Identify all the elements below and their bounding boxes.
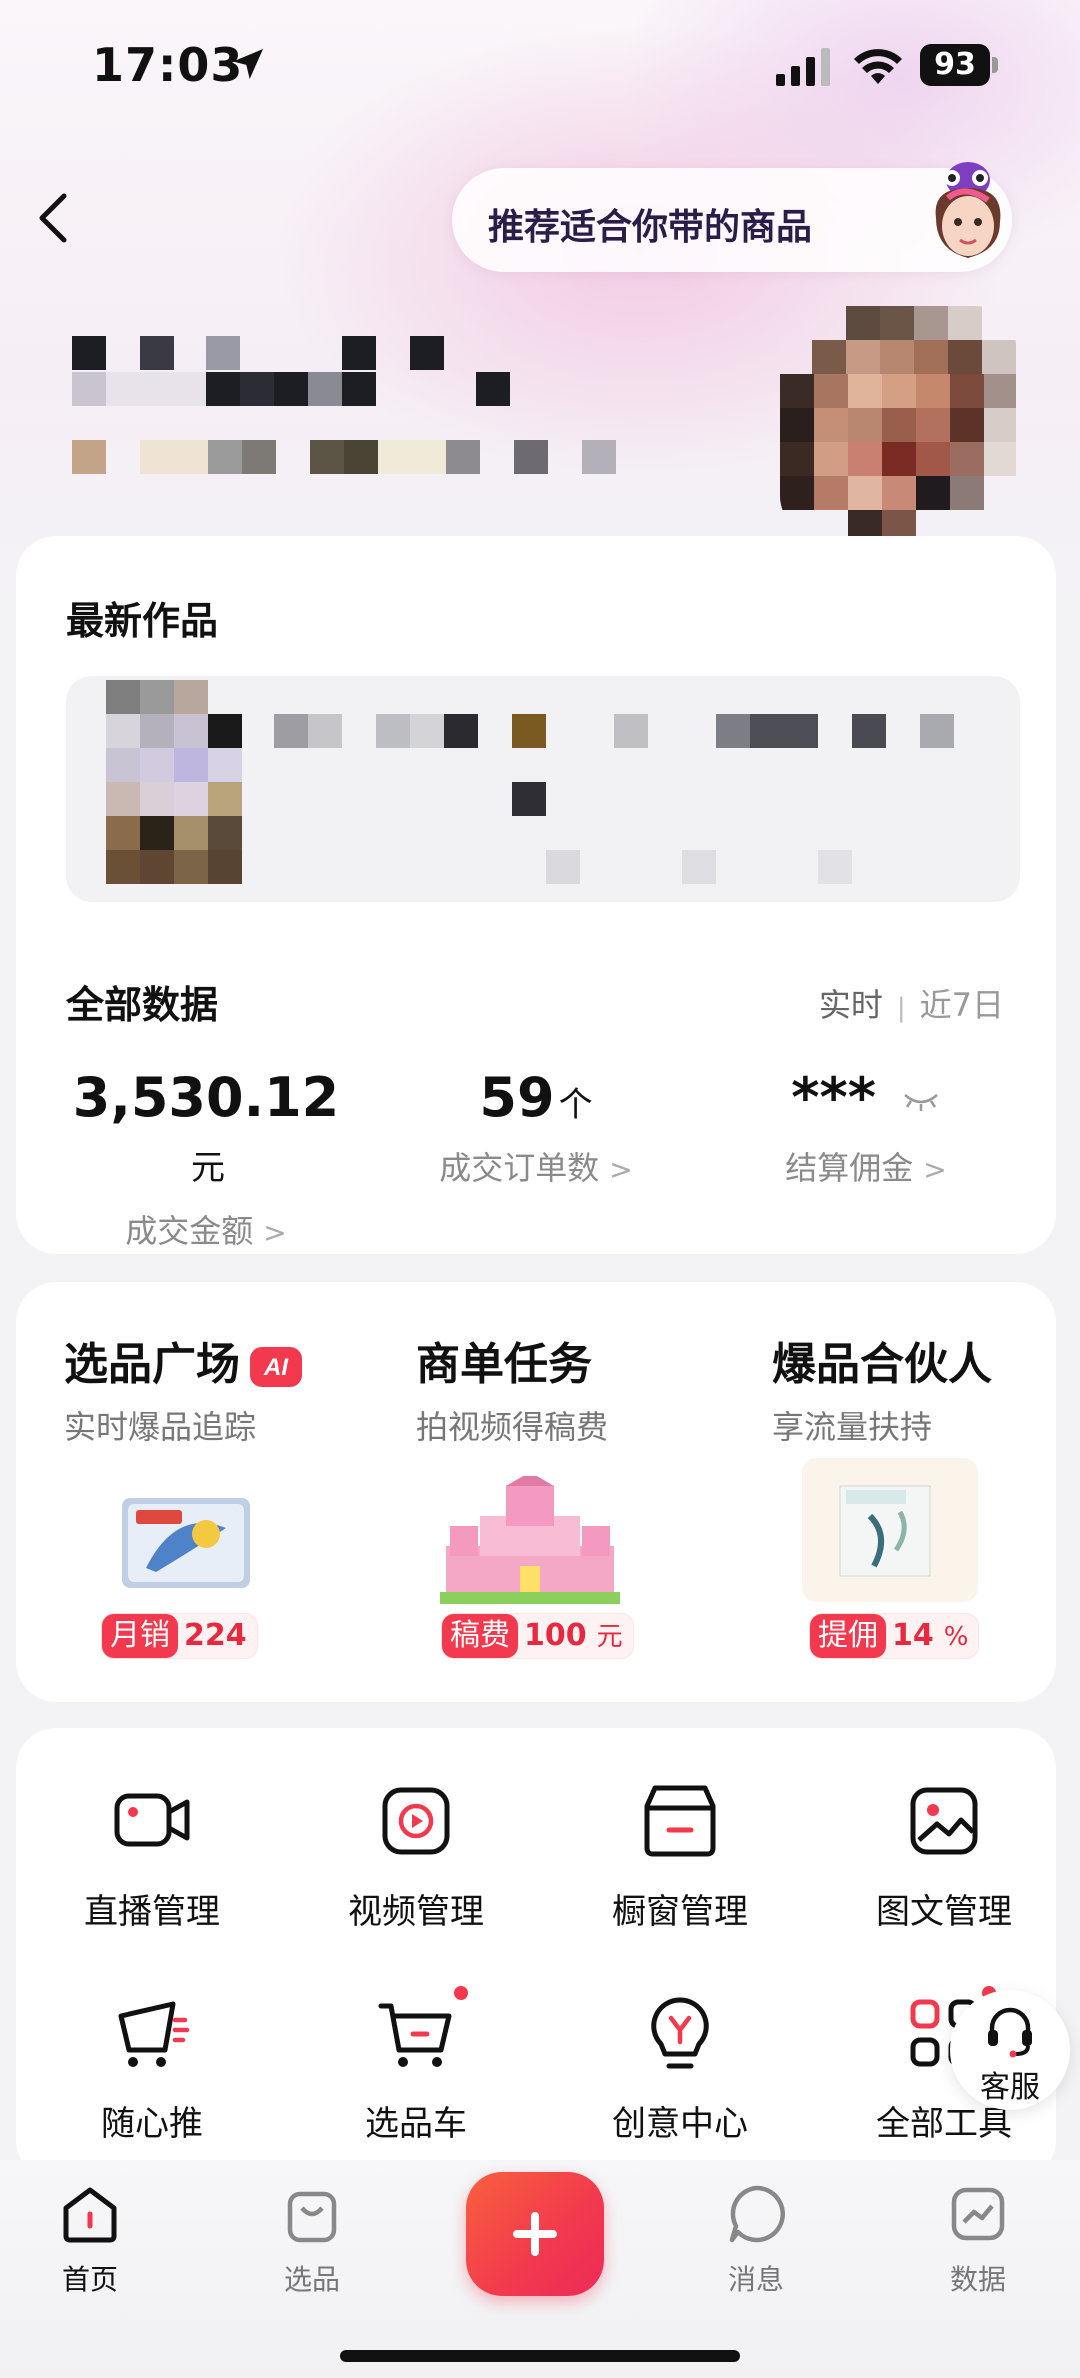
chart-icon: [951, 2187, 1005, 2241]
customer-service-label: 客服: [980, 2070, 1040, 2105]
shop-window-icon: [644, 1785, 716, 1857]
promo-title: 爆品合伙人: [772, 1339, 992, 1390]
nav-data-label: 数据: [949, 2263, 1006, 2296]
latest-work-item-redacted[interactable]: [66, 676, 1020, 902]
data-period-tabs: 实时 | 近7日: [819, 980, 1004, 1026]
tool-label: 视频管理: [348, 1892, 484, 1932]
tool-label: 直播管理: [84, 1892, 220, 1932]
profile-avatar-redacted[interactable]: [780, 306, 1016, 536]
chevron-right-icon: >: [923, 1153, 947, 1186]
monthly-sales-tag: 月销 224: [102, 1614, 257, 1658]
customer-service-button[interactable]: 客服: [950, 1990, 1070, 2110]
tool-showcase-manage[interactable]: 橱窗管理: [550, 1780, 810, 1933]
cellular-signal-icon: [776, 48, 830, 86]
bulb-icon: [651, 1997, 709, 2069]
tool-label: 随心推: [101, 2104, 203, 2144]
promote-icon: [118, 2001, 190, 2067]
home-icon: [63, 2187, 117, 2243]
back-icon[interactable]: [28, 186, 78, 250]
tool-video-manage[interactable]: 视频管理: [286, 1780, 546, 1933]
shopping-bag-icon: [287, 2191, 337, 2243]
nav-data[interactable]: 数据: [918, 2182, 1038, 2298]
recommend-products-button[interactable]: 推荐适合你带的商品: [452, 162, 1012, 272]
nav-home[interactable]: 首页: [30, 2182, 150, 2298]
home-indicator: [340, 2350, 740, 2362]
tool-label: 创意中心: [612, 2104, 748, 2144]
promo-card: 选品广场 AI 实时爆品追踪 商单任务 拍视频得稿费 爆品合伙人 享流量扶持 月…: [16, 1282, 1056, 1702]
battery-indicator: 93: [920, 44, 998, 86]
stat-gmv[interactable]: 3,530.12元 成交金额 >: [56, 1066, 356, 1252]
tool-live-manage[interactable]: 直播管理: [22, 1780, 282, 1933]
nav-select-label: 选品: [283, 2263, 340, 2296]
chat-bubble-icon: [729, 2185, 785, 2243]
stat-commission[interactable]: *** 结算佣金 >: [716, 1066, 1016, 1189]
promo-hot-partner[interactable]: 爆品合伙人 享流量扶持: [772, 1328, 992, 1448]
works-data-card: 最新作品 全部数据 实时 | 近7日 3,530.12元 成交金额 > 59 个…: [16, 536, 1056, 1254]
promo-title: 选品广场 AI: [64, 1328, 304, 1392]
tool-label: 图文管理: [876, 1892, 1012, 1932]
status-bar: 17:03 93: [0, 0, 1080, 130]
camera-icon: [114, 1793, 190, 1847]
tool-label: 选品车: [365, 2104, 467, 2144]
recommend-text: 推荐适合你带的商品: [488, 207, 813, 248]
stat-orders[interactable]: 59 个 成交订单数 >: [386, 1066, 686, 1189]
wifi-icon: [854, 49, 902, 84]
tools-card: 直播管理 视频管理 橱窗管理 图文管理 随心推 选品车 创意中心 全部工具: [16, 1728, 1056, 2180]
promo-subtitle: 拍视频得稿费: [416, 1408, 609, 1446]
battery-tip: [992, 57, 998, 73]
tool-creative-center[interactable]: 创意中心: [550, 1992, 810, 2145]
eye-closed-icon[interactable]: [901, 1089, 941, 1113]
stat-orders-value: 59 个: [479, 1066, 593, 1129]
mascot-avatar-icon: [935, 162, 1001, 258]
stat-gmv-value: 3,530.12元: [72, 1066, 340, 1188]
latest-works-title: 最新作品: [66, 599, 219, 643]
chevron-right-icon: >: [263, 1216, 287, 1249]
tool-label: 橱窗管理: [612, 1892, 748, 1932]
headset-icon: [988, 2007, 1032, 2058]
nav-select[interactable]: 选品: [252, 2182, 372, 2298]
bottom-navigation: 首页 选品 消息 数据: [0, 2160, 1080, 2378]
product-box-image: [802, 1458, 978, 1602]
play-icon: [382, 1787, 450, 1855]
svg-text:AI: AI: [263, 1354, 289, 1381]
promo-subtitle: 实时爆品追踪: [64, 1408, 257, 1446]
nav-messages-label: 消息: [727, 2263, 784, 2296]
tool-promote[interactable]: 随心推: [22, 1992, 282, 2145]
chevron-right-icon: >: [609, 1153, 633, 1186]
ai-badge-icon: AI: [250, 1347, 302, 1387]
stat-orders-label: 成交订单数 >: [439, 1149, 633, 1187]
create-plus-button[interactable]: [466, 2172, 604, 2296]
building-blocks-castle-image: [440, 1476, 620, 1604]
cart-icon: [378, 2003, 452, 2067]
status-time: 17:03: [92, 38, 244, 92]
tool-select-cart[interactable]: 选品车: [286, 1986, 546, 2145]
plus-icon: [513, 2212, 557, 2256]
nav-home-label: 首页: [61, 2263, 118, 2296]
battery-level: 93: [920, 44, 990, 86]
stat-commission-label: 结算佣金 >: [785, 1149, 947, 1187]
tab-separator: |: [896, 993, 906, 1023]
promo-select-square[interactable]: 选品广场 AI 实时爆品追踪: [64, 1328, 304, 1448]
stat-gmv-label: 成交金额 >: [125, 1212, 287, 1250]
trading-card-tin-image: [122, 1498, 250, 1588]
tab-realtime[interactable]: 实时: [819, 986, 883, 1024]
promo-subtitle: 享流量扶持: [772, 1408, 933, 1446]
fee-tag: 稿费 100 元: [442, 1614, 633, 1658]
tab-7days[interactable]: 近7日: [920, 986, 1004, 1024]
profile-id-redacted: [72, 440, 632, 474]
promo-business-tasks[interactable]: 商单任务 拍视频得稿费: [416, 1328, 608, 1448]
promo-title: 商单任务: [416, 1339, 592, 1390]
profile-name-redacted: [72, 336, 532, 410]
all-data-title: 全部数据: [66, 983, 219, 1027]
tool-image-text-manage[interactable]: 图文管理: [814, 1780, 1074, 1933]
stat-commission-value: ***: [716, 1066, 1016, 1129]
image-icon: [910, 1787, 978, 1855]
location-arrow-icon: [233, 49, 263, 79]
commission-tag: 提佣 14%: [810, 1614, 979, 1658]
nav-messages[interactable]: 消息: [696, 2182, 816, 2298]
